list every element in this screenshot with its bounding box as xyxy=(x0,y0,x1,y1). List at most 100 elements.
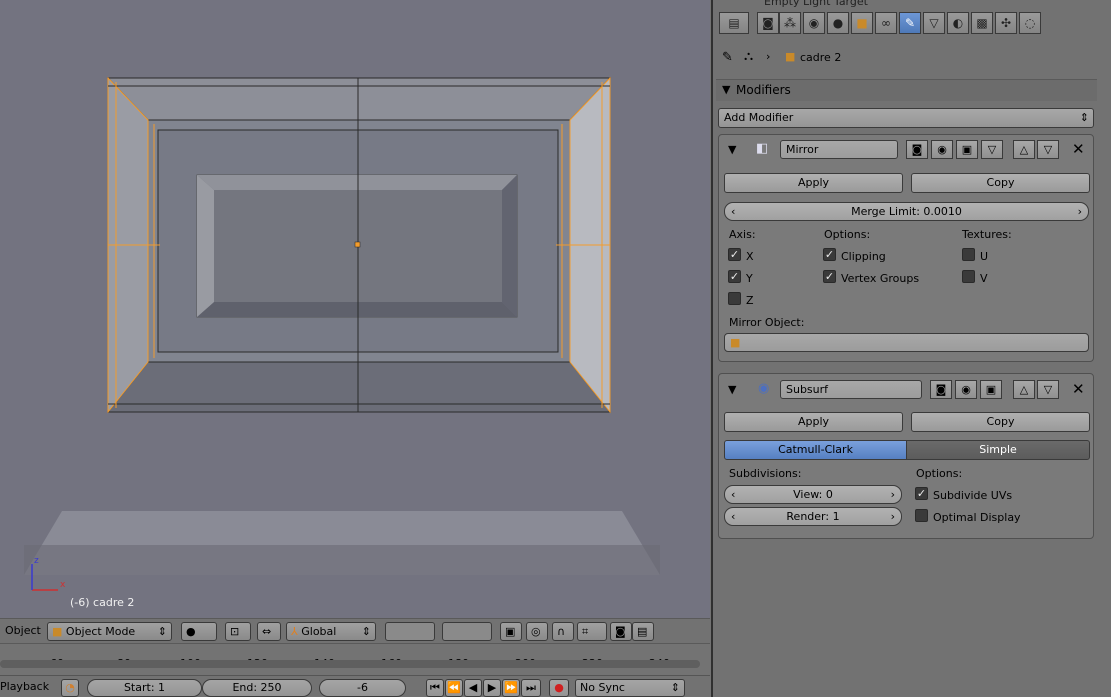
tab-render-layers[interactable]: ⁂ xyxy=(779,12,801,34)
mirror-name-field[interactable]: Mirror xyxy=(780,140,898,159)
tab-object[interactable]: ■ xyxy=(851,12,873,34)
mirror-render-toggle[interactable]: ◙ xyxy=(906,140,928,159)
3d-viewport[interactable]: x z (-6) cadre 2 xyxy=(0,0,710,618)
simple-option[interactable]: Simple xyxy=(906,440,1090,460)
jump-start-button[interactable]: ⏮ xyxy=(426,679,444,697)
object-menu[interactable]: Object xyxy=(5,624,41,637)
object-data-icon: ⛬ xyxy=(744,49,754,64)
subsurf-name-field[interactable]: Subsurf xyxy=(780,380,922,399)
manipulator-toggle[interactable]: ⇔ xyxy=(257,622,281,641)
record-button[interactable]: ● xyxy=(549,679,569,697)
tab-world[interactable]: ● xyxy=(827,12,849,34)
merge-limit-label: Merge Limit: 0.0010 xyxy=(851,205,962,218)
prev-key-button[interactable]: ⏪ xyxy=(445,679,463,697)
texture-u-checkbox[interactable] xyxy=(962,248,975,261)
vertex-groups-checkbox[interactable]: ✓ xyxy=(823,270,836,283)
subsurf-move-down-button[interactable]: ▽ xyxy=(1037,380,1059,399)
mirror-remove-icon[interactable]: ✕ xyxy=(1072,140,1085,158)
axis-y-checkbox[interactable]: ✓ xyxy=(728,270,741,283)
snap-toggle[interactable]: ∩ xyxy=(552,622,574,641)
merge-limit-slider[interactable]: ‹ Merge Limit: 0.0010 › xyxy=(724,202,1089,221)
shading-select[interactable]: ● xyxy=(181,622,217,641)
tab-data[interactable]: ▽ xyxy=(923,12,945,34)
axis-x-label: X xyxy=(746,250,754,263)
axis-y-label: Y xyxy=(746,272,753,285)
camera-icon: ◙ xyxy=(935,383,947,396)
tab-modifiers[interactable]: ✎ xyxy=(899,12,921,34)
subsurf-viewport-toggle[interactable]: ◉ xyxy=(955,380,977,399)
mirror-viewport-toggle[interactable]: ◉ xyxy=(931,140,953,159)
orientation-select[interactable]: ⅄ Global ⇕ xyxy=(286,622,376,641)
editor-type-button[interactable]: ▤ xyxy=(719,12,749,34)
axis-x-checkbox[interactable]: ✓ xyxy=(728,248,741,261)
catmull-clark-option[interactable]: Catmull-Clark xyxy=(724,440,907,460)
view-levels-label: View: 0 xyxy=(793,488,833,501)
cage-icon: ▽ xyxy=(987,143,997,156)
cube-icon: ■ xyxy=(785,50,796,63)
options-label: Options: xyxy=(824,228,871,241)
editmode-icon: ▣ xyxy=(985,383,997,396)
subdivide-uvs-checkbox[interactable]: ✓ xyxy=(915,487,928,500)
pivot-select[interactable]: ⊡ xyxy=(225,622,251,641)
play-icon: ▶ xyxy=(487,681,497,694)
collapse-triangle-icon[interactable]: ▼ xyxy=(728,383,736,396)
render-levels-slider[interactable]: ‹ Render: 1 › xyxy=(724,507,902,526)
jump-end-button[interactable]: ⏭ xyxy=(521,679,541,697)
mirror-cage-toggle[interactable]: ▽ xyxy=(981,140,1003,159)
layer-grid-2[interactable] xyxy=(442,622,492,641)
layer-grid-1[interactable] xyxy=(385,622,435,641)
tab-scene[interactable]: ◉ xyxy=(803,12,825,34)
tab-particles[interactable]: ✣ xyxy=(995,12,1017,34)
tab-constraints[interactable]: ∞ xyxy=(875,12,897,34)
collapse-triangle-icon[interactable]: ▼ xyxy=(728,143,736,156)
texture-v-checkbox[interactable] xyxy=(962,270,975,283)
playback-menu[interactable]: Playback xyxy=(0,680,49,693)
render-layer-button[interactable]: ▣ xyxy=(500,622,522,641)
subsurf-remove-icon[interactable]: ✕ xyxy=(1072,380,1085,398)
subsurf-copy-button[interactable]: Copy xyxy=(911,412,1090,432)
pin-icon[interactable]: ✎ xyxy=(722,50,733,65)
mirror-object-field[interactable]: ■ xyxy=(724,333,1089,352)
record-icon: ● xyxy=(554,681,564,694)
view-levels-slider[interactable]: ‹ View: 0 › xyxy=(724,485,902,504)
arrow-up-icon: △ xyxy=(1019,143,1029,156)
render-still-button[interactable]: ◙ xyxy=(610,622,632,641)
add-modifier-label: Add Modifier xyxy=(724,111,794,124)
timeline[interactable]: 60 80 100 120 140 160 180 200 220 240 xyxy=(0,643,710,675)
snap-element-select[interactable]: ⌗ xyxy=(577,622,607,641)
current-frame-field[interactable]: -6 xyxy=(319,679,406,697)
mirror-copy-button[interactable]: Copy xyxy=(911,173,1090,193)
proportional-edit-button[interactable]: ◎ xyxy=(526,622,548,641)
jump-start-icon: ⏮ xyxy=(430,681,440,694)
mirror-move-up-button[interactable]: △ xyxy=(1013,140,1035,159)
sync-select[interactable]: No Sync ⇕ xyxy=(575,679,685,697)
mirror-editmode-toggle[interactable]: ▣ xyxy=(956,140,978,159)
timeline-scrollbar[interactable] xyxy=(0,660,700,668)
play-button[interactable]: ▶ xyxy=(483,679,501,697)
add-modifier-select[interactable]: Add Modifier ⇕ xyxy=(718,108,1094,128)
subsurf-render-toggle[interactable]: ◙ xyxy=(930,380,952,399)
clipping-checkbox[interactable]: ✓ xyxy=(823,248,836,261)
next-key-button[interactable]: ⏩ xyxy=(502,679,520,697)
tab-material[interactable]: ◐ xyxy=(947,12,969,34)
render-anim-button[interactable]: ▤ xyxy=(632,622,654,641)
axis-z-checkbox[interactable] xyxy=(728,292,741,305)
mirror-modifier-icon: ◧ xyxy=(756,141,769,156)
optimal-display-checkbox[interactable] xyxy=(915,509,928,522)
axis-gizmo-icon: ⅄ xyxy=(291,625,298,638)
tab-texture[interactable]: ▩ xyxy=(971,12,993,34)
mirror-apply-button[interactable]: Apply xyxy=(724,173,903,193)
tab-render[interactable]: ◙ xyxy=(757,12,779,34)
mirror-move-down-button[interactable]: ▽ xyxy=(1037,140,1059,159)
subsurf-move-up-button[interactable]: △ xyxy=(1013,380,1035,399)
mode-select[interactable]: ■ Object Mode ⇕ xyxy=(47,622,172,641)
keying-button[interactable]: ◔ xyxy=(61,679,79,697)
subsurf-apply-button[interactable]: Apply xyxy=(724,412,903,432)
subsurf-editmode-toggle[interactable]: ▣ xyxy=(980,380,1002,399)
start-frame-field[interactable]: Start: 1 xyxy=(87,679,202,697)
end-frame-field[interactable]: End: 250 xyxy=(202,679,312,697)
play-reverse-button[interactable]: ◀ xyxy=(464,679,482,697)
vertex-groups-label: Vertex Groups xyxy=(841,272,920,285)
chevron-updown-icon: ⇕ xyxy=(670,681,680,694)
tab-physics[interactable]: ◌ xyxy=(1019,12,1041,34)
